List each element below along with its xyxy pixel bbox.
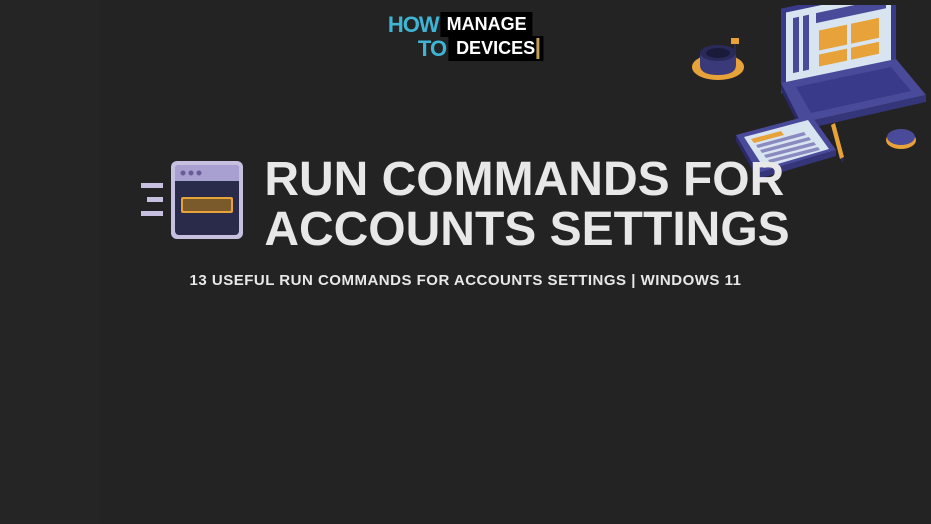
heading-line-1: RUN COMMANDS FOR — [264, 153, 784, 206]
heading-line-2: ACCOUNTS SETTINGS — [264, 203, 789, 256]
subtitle-text: 13 USEFUL RUN COMMANDS FOR ACCOUNTS SETT… — [0, 272, 931, 289]
logo-accent-bar — [536, 38, 539, 59]
run-window-icon — [141, 155, 246, 255]
main-heading: RUN COMMANDS FOR ACCOUNTS SETTINGS — [264, 155, 789, 256]
site-logo: HOW MANAGE TO DEVICES — [388, 12, 543, 62]
logo-word-how: HOW — [388, 12, 439, 38]
logo-word-to: TO — [418, 36, 446, 62]
logo-word-devices: DEVICES — [448, 36, 543, 61]
logo-word-manage: MANAGE — [441, 12, 533, 37]
hero-section: RUN COMMANDS FOR ACCOUNTS SETTINGS — [0, 155, 931, 256]
